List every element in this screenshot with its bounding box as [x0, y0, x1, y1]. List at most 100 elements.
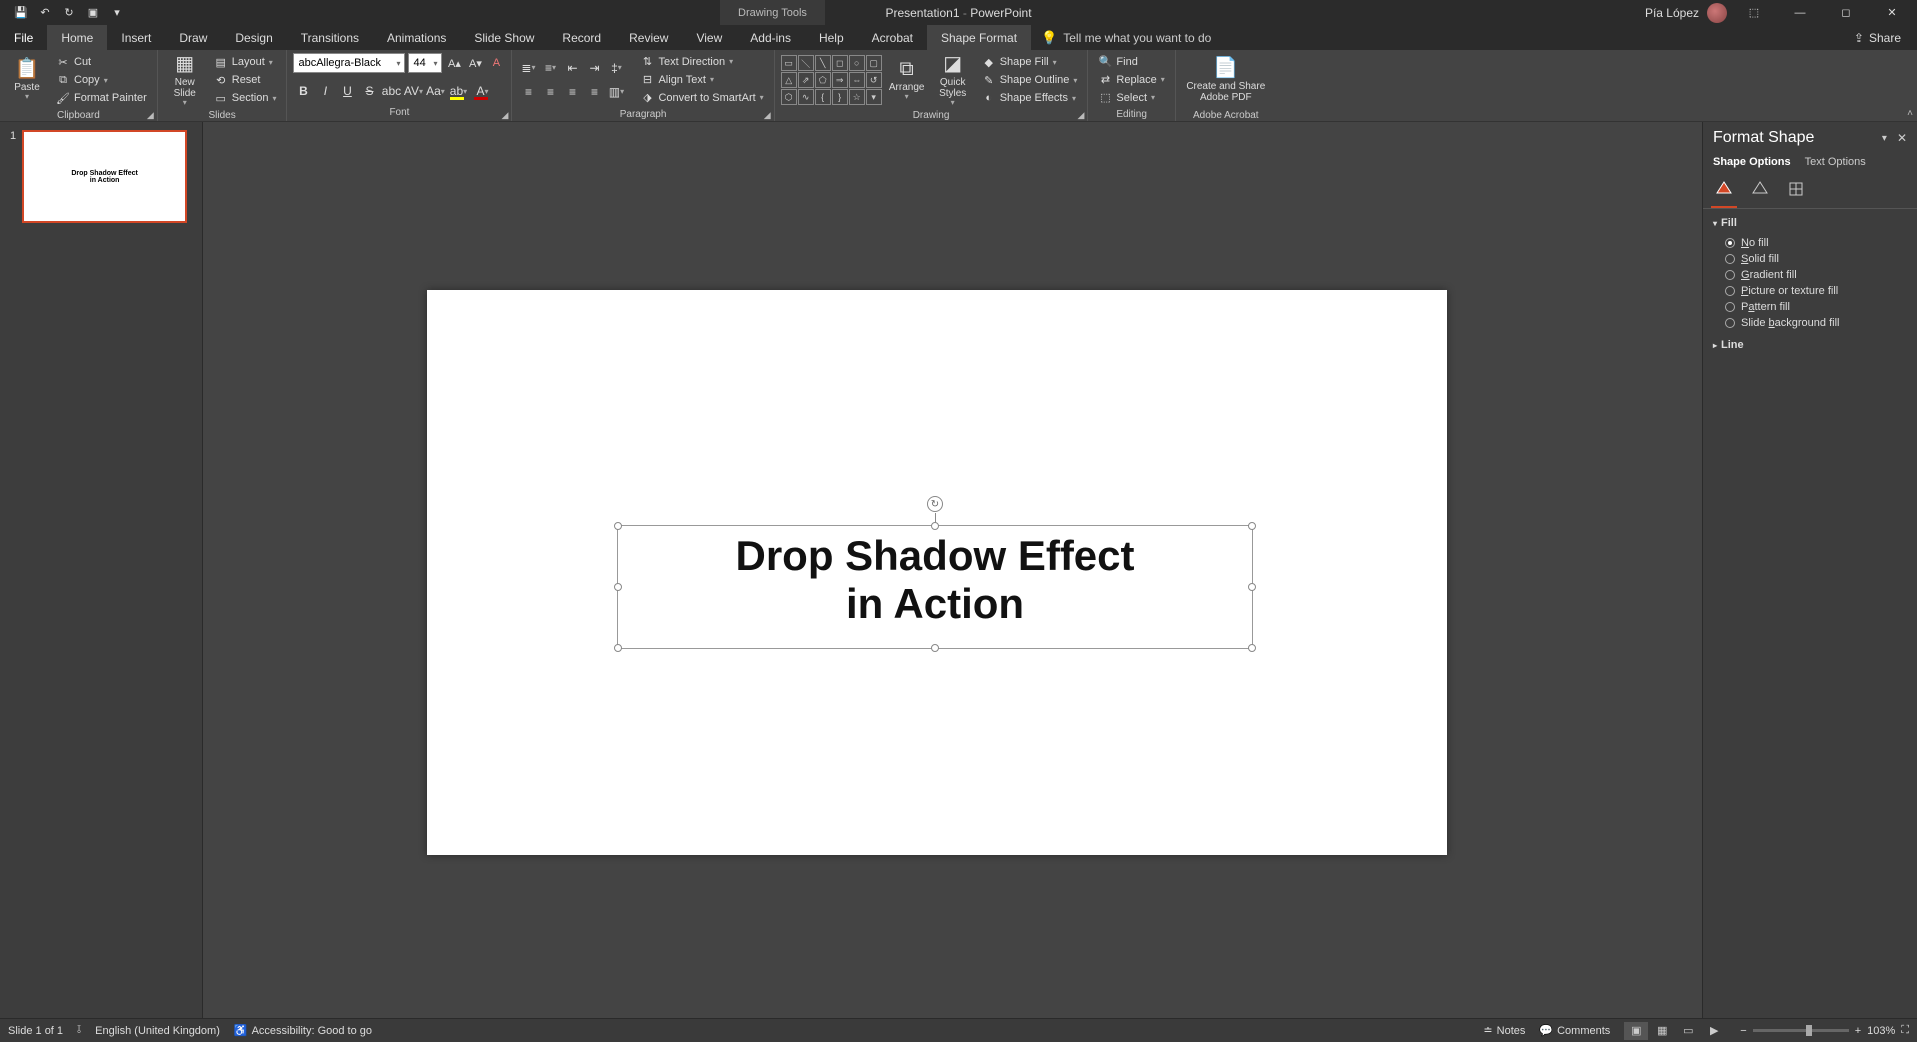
tab-slideshow[interactable]: Slide Show: [460, 25, 548, 50]
effects-icon-tab[interactable]: [1749, 178, 1771, 200]
tell-me-search[interactable]: 💡 Tell me what you want to do: [1041, 25, 1211, 50]
quick-styles-button[interactable]: ◪Quick Styles: [932, 53, 974, 107]
reading-view-button[interactable]: ▭: [1676, 1022, 1700, 1040]
slide-indicator[interactable]: Slide 1 of 1: [8, 1025, 63, 1037]
change-case-button[interactable]: Aa: [425, 81, 445, 101]
align-left-button[interactable]: ≡: [518, 82, 538, 102]
arrange-button[interactable]: ⧉Arrange: [886, 53, 928, 107]
tab-transitions[interactable]: Transitions: [287, 25, 373, 50]
grow-font-button[interactable]: A▴: [445, 54, 463, 72]
strikethrough-button[interactable]: S: [359, 81, 379, 101]
tab-shape-format[interactable]: Shape Format: [927, 25, 1031, 50]
ribbon-display-icon[interactable]: ⬚: [1735, 0, 1773, 25]
font-color-button[interactable]: A: [471, 81, 493, 101]
resize-handle-e[interactable]: [1248, 583, 1256, 591]
spellcheck-icon[interactable]: ⫱: [77, 1024, 81, 1037]
columns-button[interactable]: ▥: [606, 82, 626, 102]
bullets-button[interactable]: ≣: [518, 58, 538, 78]
radio-no-fill[interactable]: No fill: [1713, 235, 1907, 251]
tab-insert[interactable]: Insert: [107, 25, 165, 50]
shape-effects-button[interactable]: ◐Shape Effects: [978, 90, 1082, 107]
tab-design[interactable]: Design: [221, 25, 286, 50]
pane-tab-text-options[interactable]: Text Options: [1805, 156, 1866, 168]
clear-formatting-button[interactable]: A: [487, 54, 505, 72]
line-section-header[interactable]: ▸Line: [1713, 339, 1907, 351]
radio-slide-bg-fill[interactable]: Slide background fill: [1713, 315, 1907, 331]
resize-handle-se[interactable]: [1248, 644, 1256, 652]
align-text-button[interactable]: ⊟Align Text: [636, 71, 767, 88]
layout-button[interactable]: ▤Layout: [210, 54, 281, 71]
paragraph-launcher-icon[interactable]: ◢: [764, 110, 771, 121]
slide-thumbnail-1[interactable]: Drop Shadow Effect in Action: [22, 130, 187, 223]
cut-button[interactable]: ✂Cut: [52, 54, 151, 71]
fill-line-icon[interactable]: [1713, 178, 1735, 200]
create-pdf-button[interactable]: 📄Create and Share Adobe PDF: [1182, 53, 1270, 107]
font-launcher-icon[interactable]: ◢: [502, 110, 509, 121]
increase-indent-button[interactable]: ⇥: [584, 58, 604, 78]
undo-icon[interactable]: ↶: [36, 4, 54, 22]
fit-to-window-button[interactable]: ⛶: [1901, 1024, 1909, 1037]
normal-view-button[interactable]: ▣: [1624, 1022, 1648, 1040]
resize-handle-w[interactable]: [614, 583, 622, 591]
copy-button[interactable]: ⧉Copy: [52, 72, 151, 89]
sorter-view-button[interactable]: ▦: [1650, 1022, 1674, 1040]
italic-button[interactable]: I: [315, 81, 335, 101]
justify-button[interactable]: ≡: [584, 82, 604, 102]
radio-pattern-fill[interactable]: Pattern fill: [1713, 299, 1907, 315]
pane-options-icon[interactable]: ▾: [1882, 133, 1887, 144]
share-button[interactable]: ⇪ Share: [1838, 25, 1917, 50]
accessibility-button[interactable]: ♿Accessibility: Good to go: [234, 1024, 372, 1037]
resize-handle-s[interactable]: [931, 644, 939, 652]
size-properties-icon[interactable]: [1785, 178, 1807, 200]
tab-animations[interactable]: Animations: [373, 25, 460, 50]
slide[interactable]: ↻ Drop Shadow Effect in Action: [427, 290, 1447, 855]
comments-button[interactable]: 💬Comments: [1539, 1024, 1610, 1037]
new-slide-button[interactable]: ▦New Slide: [164, 53, 206, 107]
zoom-in-button[interactable]: +: [1855, 1025, 1861, 1037]
decrease-indent-button[interactable]: ⇤: [562, 58, 582, 78]
tab-record[interactable]: Record: [548, 25, 615, 50]
zoom-out-button[interactable]: −: [1740, 1025, 1746, 1037]
align-right-button[interactable]: ≡: [562, 82, 582, 102]
qat-customize-icon[interactable]: ▾: [108, 4, 126, 22]
smartart-button[interactable]: ⬗Convert to SmartArt: [636, 89, 767, 106]
tab-view[interactable]: View: [682, 25, 736, 50]
close-button[interactable]: ✕: [1873, 0, 1911, 25]
tab-review[interactable]: Review: [615, 25, 682, 50]
clipboard-launcher-icon[interactable]: ◢: [147, 110, 154, 121]
minimize-button[interactable]: ―: [1781, 0, 1819, 25]
slide-canvas[interactable]: ↻ Drop Shadow Effect in Action: [203, 122, 1702, 1018]
text-direction-button[interactable]: ⇅Text Direction: [636, 53, 767, 70]
notes-button[interactable]: ≐Notes: [1483, 1024, 1525, 1037]
resize-handle-nw[interactable]: [614, 522, 622, 530]
maximize-button[interactable]: ◻: [1827, 0, 1865, 25]
resize-handle-n[interactable]: [931, 522, 939, 530]
user-avatar[interactable]: [1707, 3, 1727, 23]
shrink-font-button[interactable]: A▾: [466, 54, 484, 72]
numbering-button[interactable]: ≡: [540, 58, 560, 78]
tab-help[interactable]: Help: [805, 25, 858, 50]
reset-button[interactable]: ⟲Reset: [210, 72, 281, 89]
tab-file[interactable]: File: [0, 25, 47, 50]
shapes-gallery[interactable]: ▭＼╲◻○▢ △⇗⬠⇒⇔↺ ⬡∿{}☆▾: [781, 55, 882, 105]
redo-icon[interactable]: ↻: [60, 4, 78, 22]
shape-outline-button[interactable]: ✎Shape Outline: [978, 72, 1082, 89]
align-center-button[interactable]: ≡: [540, 82, 560, 102]
section-button[interactable]: ▭Section: [210, 90, 281, 107]
line-spacing-button[interactable]: ‡: [606, 58, 626, 78]
tab-acrobat[interactable]: Acrobat: [858, 25, 927, 50]
tab-addins[interactable]: Add-ins: [736, 25, 805, 50]
format-painter-button[interactable]: 🖌Format Painter: [52, 90, 151, 107]
underline-button[interactable]: U: [337, 81, 357, 101]
tab-draw[interactable]: Draw: [165, 25, 221, 50]
shape-fill-button[interactable]: ◆Shape Fill: [978, 54, 1082, 71]
collapse-ribbon-icon[interactable]: ˄: [1907, 108, 1913, 119]
highlight-button[interactable]: ab: [447, 81, 469, 101]
paste-button[interactable]: 📋Paste: [6, 53, 48, 107]
rotate-handle[interactable]: ↻: [927, 496, 943, 512]
language-indicator[interactable]: English (United Kingdom): [95, 1025, 220, 1037]
slideshow-view-button[interactable]: ▶: [1702, 1022, 1726, 1040]
textbox-content[interactable]: Drop Shadow Effect in Action: [618, 526, 1252, 629]
resize-handle-ne[interactable]: [1248, 522, 1256, 530]
save-icon[interactable]: 💾: [12, 4, 30, 22]
